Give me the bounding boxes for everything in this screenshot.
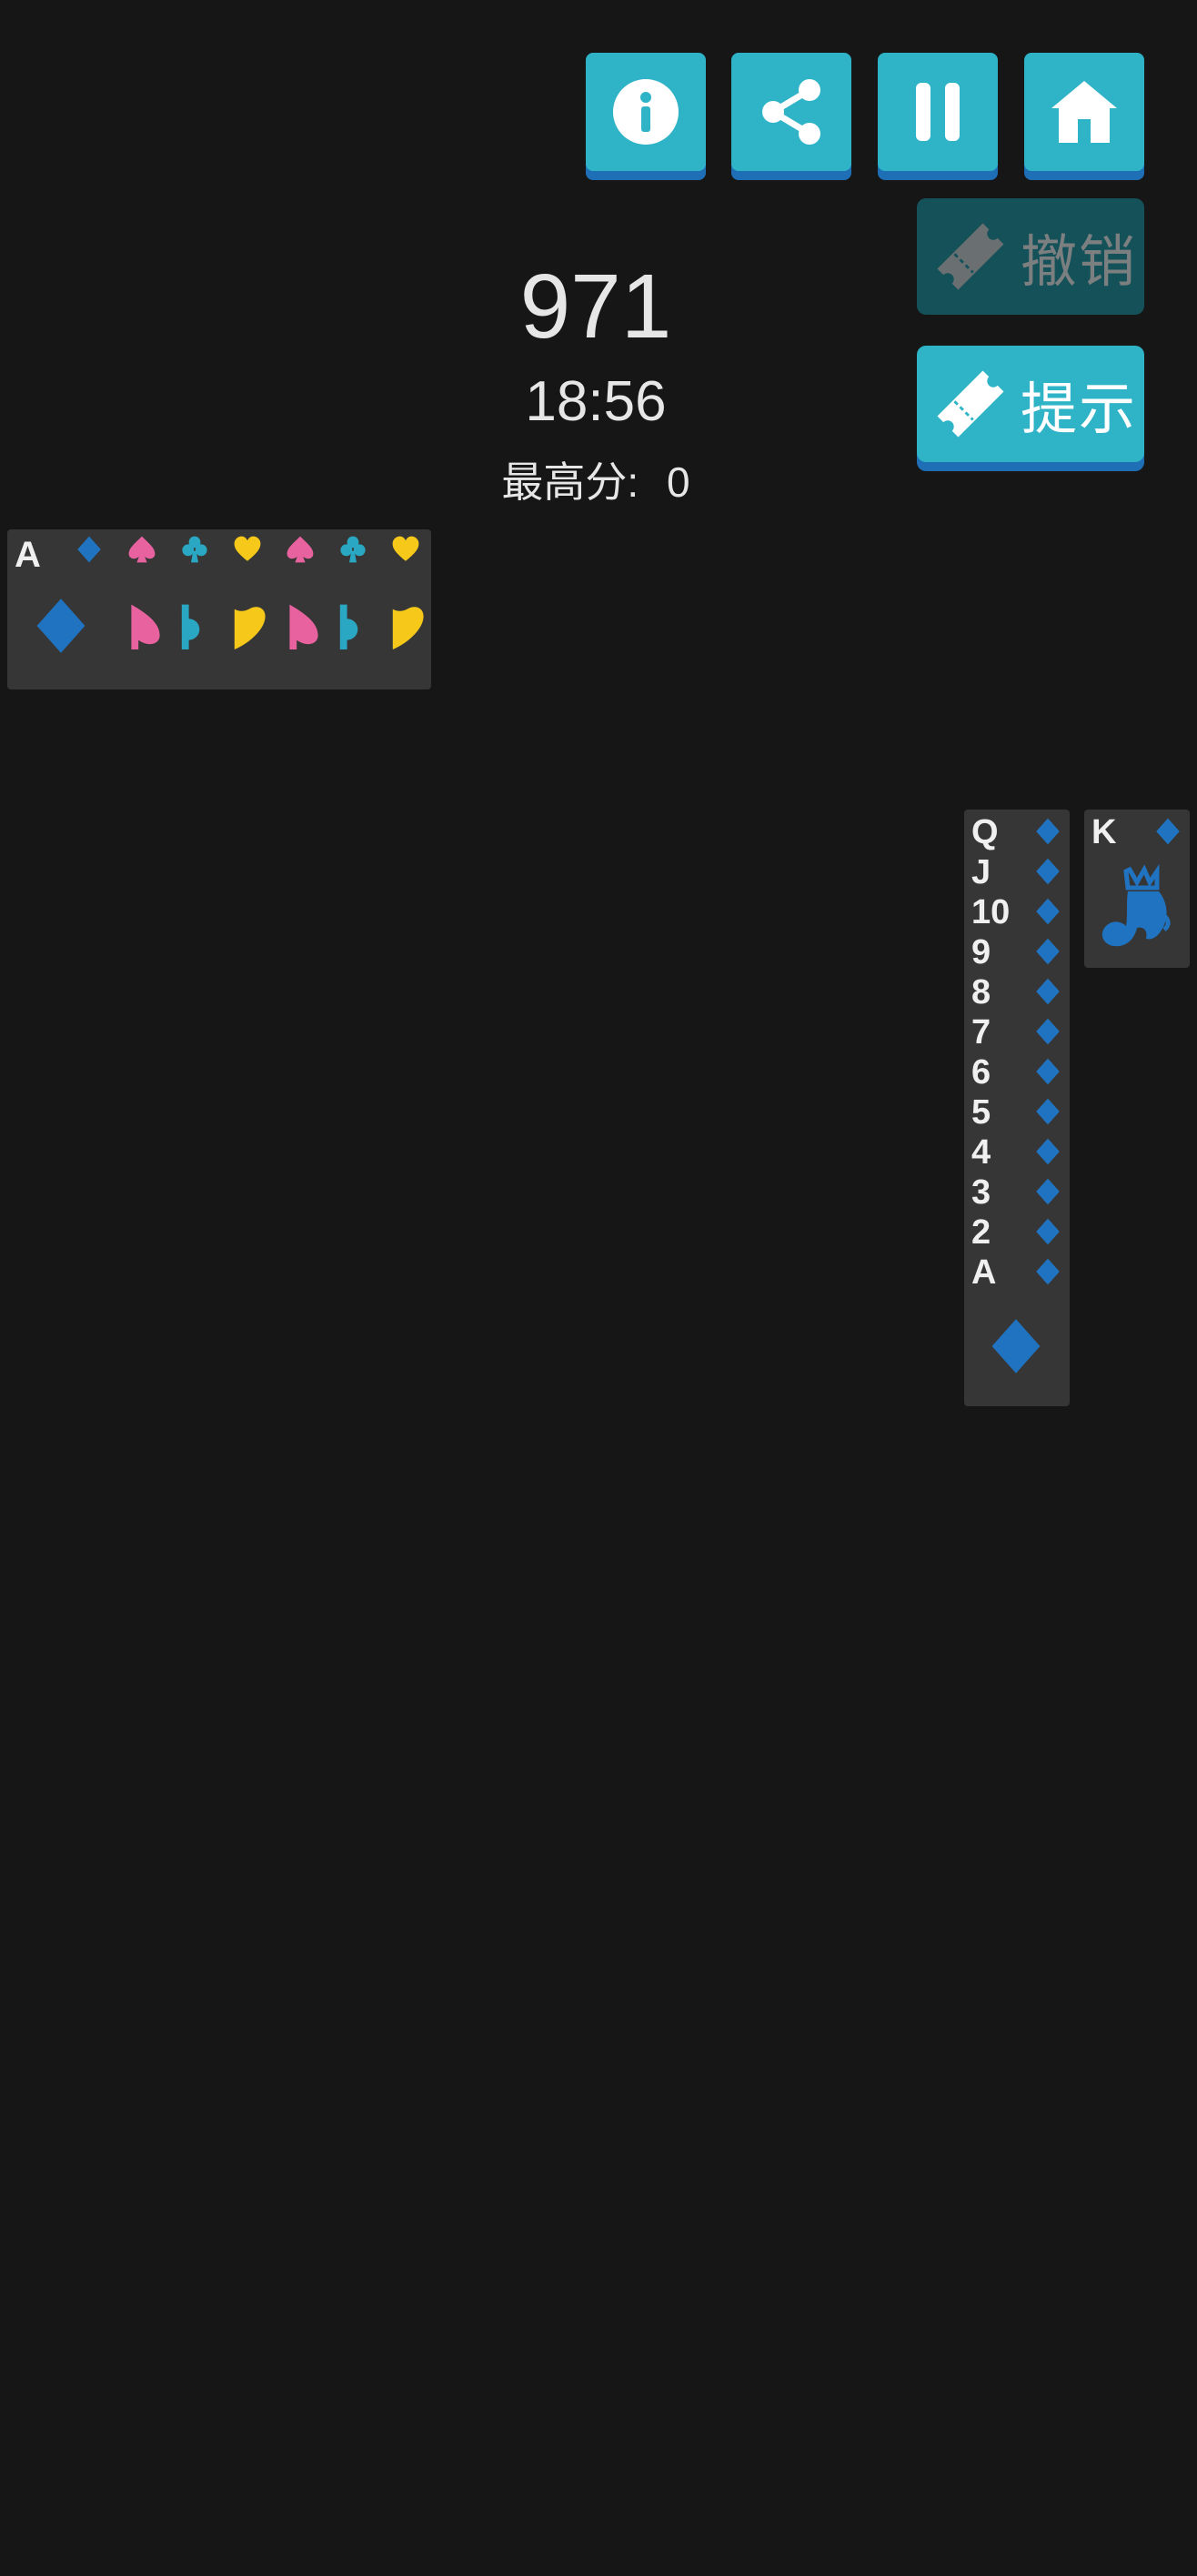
- card-rank: 2: [971, 1213, 991, 1252]
- diamond-icon: [1036, 1138, 1060, 1165]
- diamond-icon: [1036, 938, 1060, 965]
- timer: 18:56: [525, 370, 667, 433]
- diamond-icon: [1036, 818, 1060, 845]
- diamond-icon: [1036, 978, 1060, 1005]
- diamond-icon: [1036, 898, 1060, 925]
- card-column-diamonds[interactable]: Q J 10 9 8 7 6 5 4 3 2 A: [964, 810, 1070, 1406]
- share-button[interactable]: [731, 53, 851, 171]
- info-icon: [613, 79, 679, 145]
- pause-icon: [916, 83, 960, 141]
- spade-icon: [287, 536, 314, 563]
- diamond-icon: [1156, 818, 1180, 845]
- card-rank: A: [971, 1253, 997, 1292]
- card-king-diamonds[interactable]: K: [1084, 810, 1190, 968]
- diamond-icon: [1036, 1258, 1060, 1285]
- card-rank: 6: [971, 1053, 991, 1092]
- club-icon: [340, 536, 366, 563]
- home-icon: [1051, 81, 1117, 143]
- club-icon: [182, 536, 207, 563]
- card-rank: 7: [971, 1013, 991, 1052]
- king-face-icon: [1101, 863, 1171, 947]
- best-score: 最高分: 0: [0, 449, 1192, 509]
- heart-icon: [234, 536, 261, 561]
- card-rank: 10: [971, 893, 1011, 931]
- card-rank: Q: [971, 813, 999, 851]
- club-icon: [181, 604, 200, 649]
- share-icon: [762, 79, 820, 145]
- card-rank: J: [971, 853, 991, 891]
- best-score-value: 0: [666, 458, 690, 506]
- spade-icon: [289, 604, 318, 649]
- diamond-icon: [36, 599, 86, 653]
- diamond-icon: [1036, 1098, 1060, 1125]
- diamond-icon: [1036, 1178, 1060, 1205]
- heart-icon: [392, 607, 424, 649]
- game-board: 撤销 提示 971 18:56 最高分: 0 A Q J 10 9 8 7 6 5 4 3 2 A K: [0, 0, 1197, 2576]
- best-score-label: 最高分:: [501, 458, 639, 506]
- diamond-icon: [1036, 1058, 1060, 1085]
- score-value: 971: [519, 256, 672, 357]
- card-rank: 5: [971, 1093, 991, 1132]
- spade-icon: [131, 604, 160, 649]
- diamond-icon: [991, 1319, 1041, 1374]
- diamond-icon: [77, 536, 101, 563]
- info-button[interactable]: [586, 53, 706, 171]
- card-rank: A: [15, 535, 41, 575]
- club-icon: [339, 604, 358, 649]
- home-button[interactable]: [1024, 53, 1144, 171]
- card-rank: 4: [971, 1133, 991, 1172]
- diamond-icon: [1036, 858, 1060, 885]
- card-rank: 9: [971, 933, 991, 971]
- heart-icon: [234, 607, 266, 649]
- card-rank: 8: [971, 973, 991, 1011]
- spade-icon: [128, 536, 156, 563]
- diamond-icon: [1036, 1018, 1060, 1045]
- diamond-icon: [1036, 1218, 1060, 1245]
- card-rank: 3: [971, 1173, 991, 1212]
- pause-button[interactable]: [878, 53, 998, 171]
- card-stack-spread[interactable]: A: [7, 529, 431, 689]
- card-rank: K: [1091, 813, 1117, 851]
- heart-icon: [392, 536, 419, 561]
